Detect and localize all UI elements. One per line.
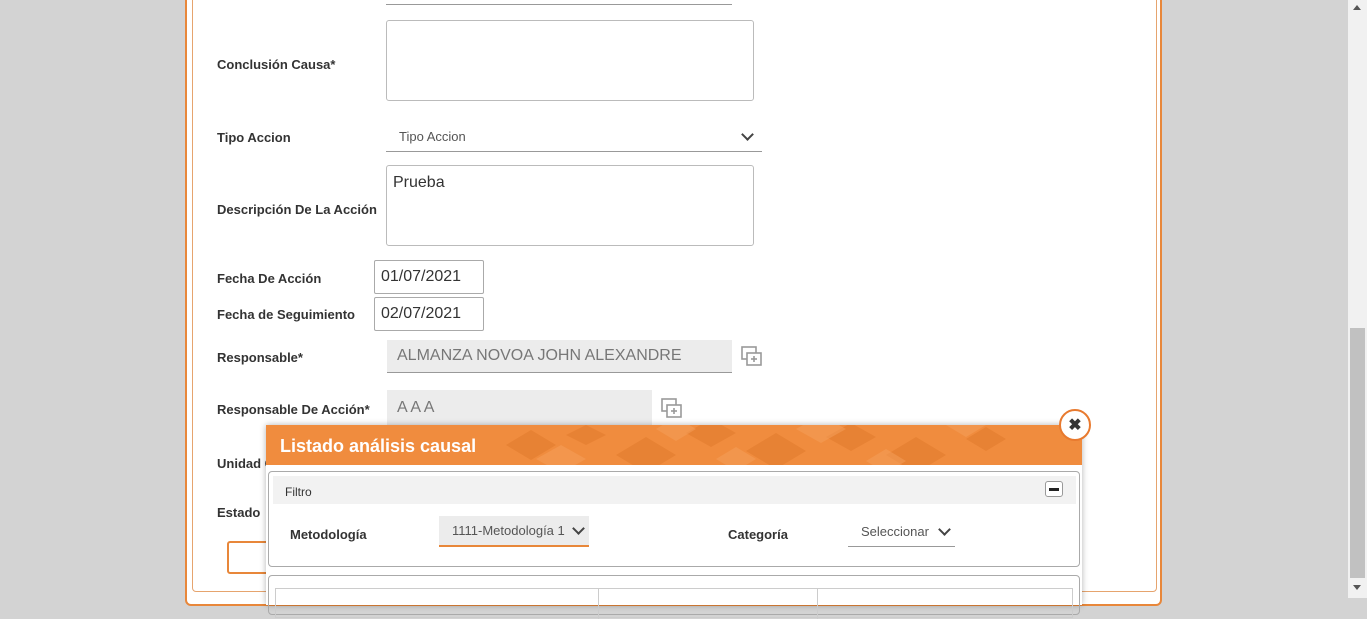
filter-title: Filtro (285, 485, 312, 499)
collapse-filter-button[interactable] (1045, 481, 1063, 497)
results-table-section (268, 575, 1080, 619)
metodologia-select[interactable]: 1111-Metodología 1 (439, 516, 589, 547)
scroll-down-icon[interactable] (1353, 585, 1361, 590)
select-user-icon[interactable] (661, 398, 683, 420)
table-column-divider (598, 589, 599, 619)
table-column-divider (817, 589, 818, 619)
tipo-accion-value: Tipo Accion (399, 129, 466, 144)
responsable-label: Responsable* (217, 350, 303, 365)
metodologia-value: 1111-Metodología 1 (452, 523, 565, 538)
fecha-accion-input[interactable]: 01/07/2021 (374, 260, 484, 294)
scroll-up-icon[interactable] (1353, 5, 1361, 10)
filter-header[interactable]: Filtro (273, 476, 1076, 504)
categoria-value: Seleccionar (861, 523, 929, 539)
categoria-label: Categoría (728, 527, 788, 542)
estado-label: Estado (217, 505, 261, 520)
modal-title: Listado análisis causal (280, 436, 477, 456)
conclusion-label: Conclusión Causa* (217, 57, 336, 72)
responsable-field: ALMANZA NOVOA JOHN ALEXANDRE (387, 340, 732, 373)
filter-section: Filtro Metodología 1111-Metodología 1 Ca… (268, 471, 1080, 567)
select-user-icon[interactable] (741, 346, 763, 368)
categoria-select[interactable]: Seleccionar (848, 516, 955, 547)
responsable-accion-label: Responsable De Acción* (217, 402, 370, 417)
chevron-down-icon (572, 522, 585, 535)
tipo-accion-label: Tipo Accion (217, 130, 291, 145)
responsable-accion-field: A A A (387, 390, 652, 426)
chevron-down-icon (938, 522, 951, 536)
fecha-seguimiento-input[interactable]: 02/07/2021 (374, 297, 484, 331)
close-modal-button[interactable]: ✖ (1059, 409, 1091, 441)
tipo-accion-select[interactable]: Tipo Accion (386, 122, 762, 152)
metodologia-label: Metodología (290, 527, 367, 542)
descripcion-textarea[interactable]: Prueba (386, 165, 754, 246)
fecha-seguimiento-label: Fecha de Seguimiento (217, 307, 355, 322)
scroll-thumb[interactable] (1350, 328, 1365, 578)
chevron-down-icon (741, 128, 754, 141)
close-icon: ✖ (1068, 417, 1082, 434)
table-header-row (275, 588, 1073, 619)
modal-header: Listado análisis causal (266, 425, 1082, 465)
conclusion-textarea[interactable] (386, 20, 754, 101)
fecha-accion-label: Fecha De Acción (217, 271, 322, 286)
causal-analysis-modal: Listado análisis causal Filtro Metodolog… (266, 425, 1082, 619)
page-scrollbar[interactable] (1348, 0, 1367, 598)
descripcion-label: Descripción De La Acción (217, 202, 377, 217)
prev-field-underline (386, 4, 732, 5)
